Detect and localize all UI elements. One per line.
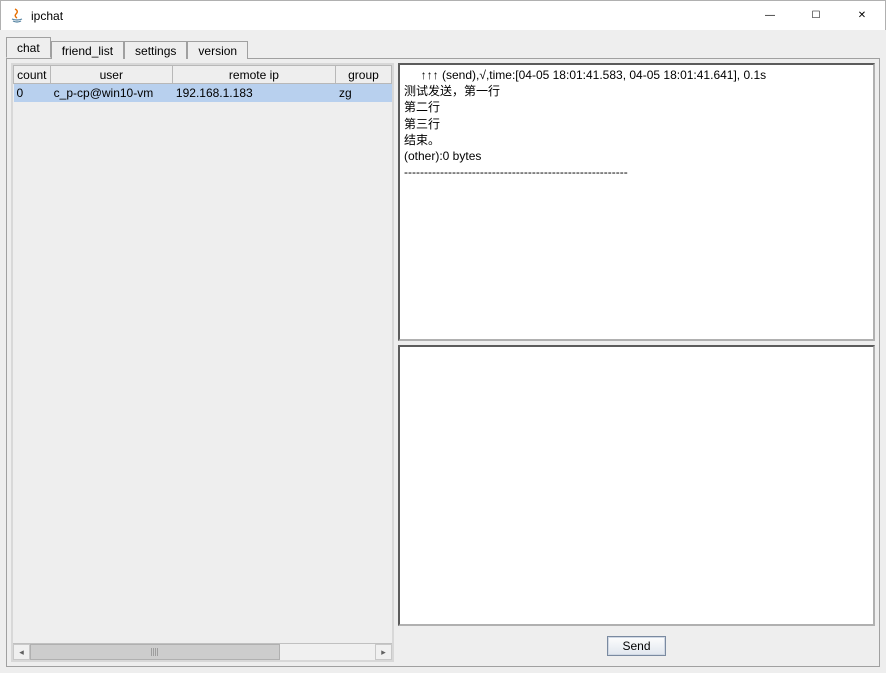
maximize-button[interactable]: ☐: [793, 1, 839, 31]
cell-ip: 192.168.1.183: [172, 84, 335, 102]
peer-table[interactable]: count user remote ip group 0 c_p-cp@win1…: [13, 65, 392, 102]
tab-bar: chat friend_list settings version: [6, 36, 880, 58]
send-row: Send: [398, 630, 875, 662]
content-frame: chat friend_list settings version count …: [0, 30, 886, 673]
tab-friend-list[interactable]: friend_list: [51, 41, 124, 59]
tab-version[interactable]: version: [187, 41, 248, 59]
peer-list-pane: count user remote ip group 0 c_p-cp@win1…: [11, 63, 394, 662]
scroll-right-icon[interactable]: ▸: [375, 644, 392, 660]
window-title: ipchat: [31, 9, 63, 23]
titlebar: ipchat — ☐ ✕: [1, 1, 885, 31]
scroll-thumb[interactable]: [30, 644, 280, 660]
header-group[interactable]: group: [335, 66, 391, 84]
close-button[interactable]: ✕: [839, 1, 885, 31]
java-icon: [9, 8, 25, 24]
tab-settings[interactable]: settings: [124, 41, 187, 59]
peer-table-header: count user remote ip group: [14, 66, 392, 84]
peer-table-empty-area: [13, 102, 392, 644]
chat-pane: ↑↑↑ (send),√,time:[04-05 18:01:41.583, 0…: [398, 63, 875, 662]
header-ip[interactable]: remote ip: [172, 66, 335, 84]
cell-user: c_p-cp@win10-vm: [50, 84, 172, 102]
scroll-track[interactable]: [30, 644, 375, 660]
message-log[interactable]: ↑↑↑ (send),√,time:[04-05 18:01:41.583, 0…: [398, 63, 875, 341]
send-button[interactable]: Send: [607, 636, 665, 656]
horizontal-scrollbar[interactable]: ◂ ▸: [13, 643, 392, 660]
tab-body: count user remote ip group 0 c_p-cp@win1…: [6, 58, 880, 667]
cell-count: 0: [14, 84, 51, 102]
message-input[interactable]: [398, 345, 875, 626]
header-user[interactable]: user: [50, 66, 172, 84]
cell-group: zg: [335, 84, 391, 102]
tab-chat[interactable]: chat: [6, 37, 51, 58]
header-count[interactable]: count: [14, 66, 51, 84]
scroll-left-icon[interactable]: ◂: [13, 644, 30, 660]
minimize-button[interactable]: —: [747, 1, 793, 31]
table-row[interactable]: 0 c_p-cp@win10-vm 192.168.1.183 zg: [14, 84, 392, 102]
